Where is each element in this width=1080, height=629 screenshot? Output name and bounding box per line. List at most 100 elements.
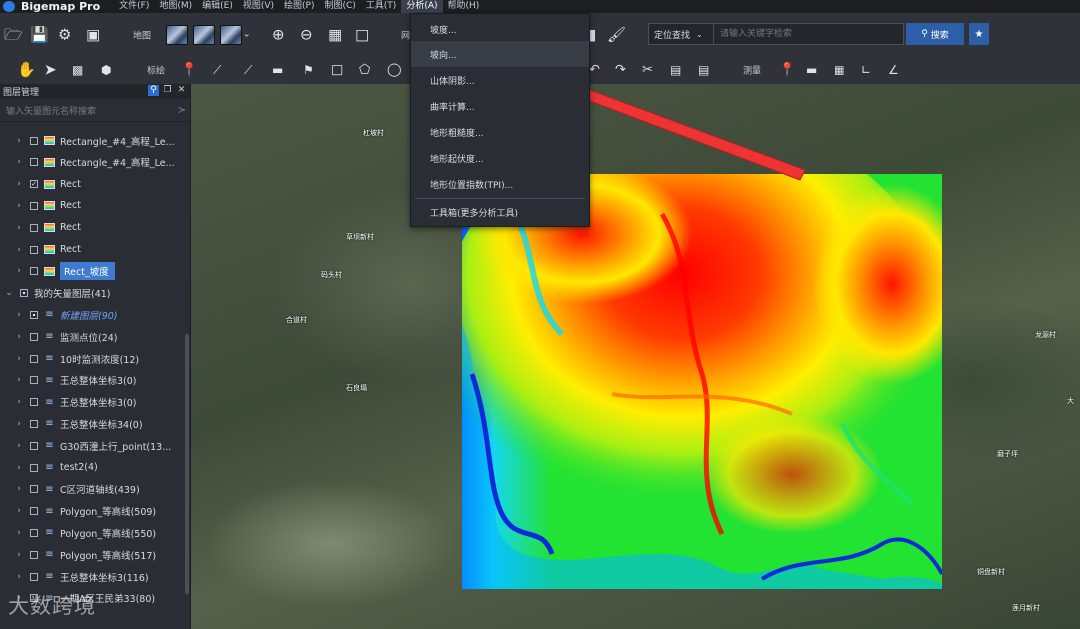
chevron-right-icon[interactable]: ›	[14, 528, 24, 538]
marker-pin-icon[interactable]: 📍	[181, 64, 197, 77]
menu-edit[interactable]: 编辑(E)	[197, 0, 238, 13]
polyline-icon[interactable]: ⟋	[213, 64, 221, 76]
layer-visibility-checkbox[interactable]	[30, 332, 38, 341]
chevron-right-icon[interactable]: ›	[14, 223, 24, 233]
layer-row[interactable]: › ≡ Polygon_等高线(517)	[0, 544, 190, 565]
layer-visibility-checkbox[interactable]	[20, 289, 28, 298]
layer-row[interactable]: › ≡ Polygon_等高线(550)	[0, 522, 190, 543]
layer-row[interactable]: › ≡ test2(4)	[0, 457, 190, 478]
layer-visibility-checkbox[interactable]	[30, 136, 38, 145]
layer-row[interactable]: › Rect	[0, 217, 190, 238]
menu-view[interactable]: 视图(V)	[238, 0, 279, 13]
menu-analysis[interactable]: 分析(A)	[401, 0, 443, 13]
layer-row[interactable]: › Rectangle_#4_高程_Le...	[0, 152, 190, 173]
favorite-star-button[interactable]: ★	[969, 23, 989, 45]
layer-visibility-checkbox[interactable]	[30, 528, 38, 537]
layer-visibility-checkbox[interactable]	[30, 572, 38, 581]
open-folder-icon[interactable]: 🗁	[4, 27, 23, 42]
layer-visibility-checkbox[interactable]	[30, 245, 38, 254]
layer-visibility-checkbox[interactable]	[30, 201, 38, 210]
menu-item-tpi[interactable]: 地形位置指数(TPI)...	[411, 171, 589, 197]
measure-distance-icon[interactable]: ▬	[806, 64, 817, 76]
chevron-right-icon[interactable]: ›	[14, 463, 24, 473]
zoom-in-icon[interactable]: ⊕	[272, 27, 285, 42]
collapse-arrow-icon[interactable]: ≻	[178, 105, 186, 116]
menu-item-hillshade[interactable]: 山体阴影...	[411, 67, 589, 93]
layer-visibility-checkbox[interactable]	[30, 419, 38, 428]
line-icon[interactable]: ⟋	[244, 64, 252, 76]
layer-row[interactable]: › ≡ Polygon_等高线(509)	[0, 501, 190, 522]
measure-point-icon[interactable]: 📍	[779, 64, 795, 77]
circle-icon[interactable]: ◯	[387, 64, 402, 77]
chevron-right-icon[interactable]: ›	[14, 136, 24, 146]
layer-panel-scrollbar[interactable]	[185, 334, 189, 594]
brush-icon[interactable]: 🖌	[607, 27, 626, 42]
panel-close-icon[interactable]: ✕	[176, 85, 187, 96]
layer-row[interactable]: › ≡ 10时监测浓度(12)	[0, 348, 190, 369]
layer-row[interactable]: › ≡ 王总整体坐标34(0)	[0, 413, 190, 434]
chevron-right-icon[interactable]: ›	[14, 157, 24, 167]
layer-visibility-checkbox[interactable]	[30, 354, 38, 363]
chevron-right-icon[interactable]: ›	[14, 572, 24, 582]
chevron-right-icon[interactable]: ›	[14, 397, 24, 407]
chevron-right-icon[interactable]: ›	[14, 506, 24, 516]
identify-icon[interactable]: ⬢	[101, 64, 111, 76]
square-icon[interactable]: □	[331, 64, 343, 77]
panel-search-icon[interactable]: ⚲	[148, 85, 159, 96]
search-button[interactable]: ⚲ 搜索	[906, 23, 964, 45]
layer-row[interactable]: › ≡ 监测点位(24)	[0, 326, 190, 347]
menu-item-aspect[interactable]: 坡向...	[411, 41, 589, 67]
map-source-thumbnail-1[interactable]	[166, 25, 188, 45]
chevron-right-icon[interactable]: ›	[14, 201, 24, 211]
cut-icon[interactable]: ✂	[642, 64, 653, 77]
chevron-down-icon[interactable]: ⌄	[4, 288, 14, 298]
layer-visibility-checkbox[interactable]	[30, 463, 38, 472]
layer-visibility-checkbox[interactable]	[30, 507, 38, 516]
menu-cartography[interactable]: 制图(C)	[319, 0, 360, 13]
chevron-right-icon[interactable]: ›	[14, 266, 24, 276]
full-extent-icon[interactable]: □	[355, 27, 369, 42]
pan-hand-icon[interactable]: ✋	[17, 62, 36, 78]
menu-file[interactable]: 文件(F)	[114, 0, 154, 13]
layer-visibility-checkbox[interactable]	[30, 267, 38, 276]
layer-group-row[interactable]: ⌄ 我的矢量图层(41)	[0, 283, 190, 304]
locate-mode-select[interactable]: 定位查找 ⌄	[648, 23, 714, 45]
measure-azimuth-icon[interactable]: ∠	[888, 64, 899, 76]
layer-row[interactable]: › ≡ 王总整体坐标3(0)	[0, 370, 190, 391]
save-icon[interactable]: 💾	[30, 27, 49, 42]
layer-row[interactable]: › Rect_坡度	[0, 261, 190, 282]
rectangle-icon[interactable]: ▬	[272, 64, 283, 76]
chevron-right-icon[interactable]: ›	[14, 441, 24, 451]
copy-icon[interactable]: ▤	[670, 64, 681, 76]
menu-item-relief[interactable]: 地形起伏度...	[411, 145, 589, 171]
layer-row[interactable]: › ≡ C区河道轴线(439)	[0, 479, 190, 500]
layer-visibility-checkbox[interactable]	[30, 485, 38, 494]
screen-icon[interactable]: ▣	[86, 27, 100, 42]
search-input[interactable]	[714, 23, 904, 45]
layer-visibility-checkbox[interactable]	[30, 376, 38, 385]
flag-icon[interactable]: ⚑	[303, 64, 314, 76]
layer-row[interactable]: › Rect	[0, 239, 190, 260]
chevron-right-icon[interactable]: ›	[14, 354, 24, 364]
map-source-thumbnail-2[interactable]	[193, 25, 215, 45]
layer-visibility-checkbox[interactable]: ✓	[30, 180, 38, 189]
measure-area-icon[interactable]: ▦	[834, 65, 844, 76]
chevron-down-icon[interactable]: ⌄	[243, 30, 251, 39]
menu-help[interactable]: 帮助(H)	[443, 0, 485, 13]
layer-visibility-checkbox[interactable]	[30, 550, 38, 559]
redo-icon[interactable]: ↷	[615, 64, 626, 77]
menu-item-slope[interactable]: 坡度...	[411, 16, 589, 42]
settings-gear-icon[interactable]: ⚙	[58, 27, 71, 42]
layer-row[interactable]: › ✓ Rect	[0, 174, 190, 195]
layer-visibility-checkbox[interactable]	[30, 441, 38, 450]
layer-row[interactable]: › ≡ 新建图层(90)	[0, 304, 190, 325]
layer-search-bar[interactable]: 输入矢量图元名称搜索 ≻	[0, 99, 190, 122]
zoom-out-icon[interactable]: ⊖	[300, 27, 313, 42]
chevron-right-icon[interactable]: ›	[14, 419, 24, 429]
layer-row[interactable]: › ≡ G30西潼上行_point(13...	[0, 435, 190, 456]
measure-angle-icon[interactable]: ∟	[861, 64, 871, 76]
layer-visibility-checkbox[interactable]	[30, 310, 38, 319]
select-box-icon[interactable]: ▩	[72, 64, 83, 76]
pentagon-icon[interactable]: ⬠	[359, 64, 370, 77]
menu-item-curvature[interactable]: 曲率计算...	[411, 93, 589, 119]
